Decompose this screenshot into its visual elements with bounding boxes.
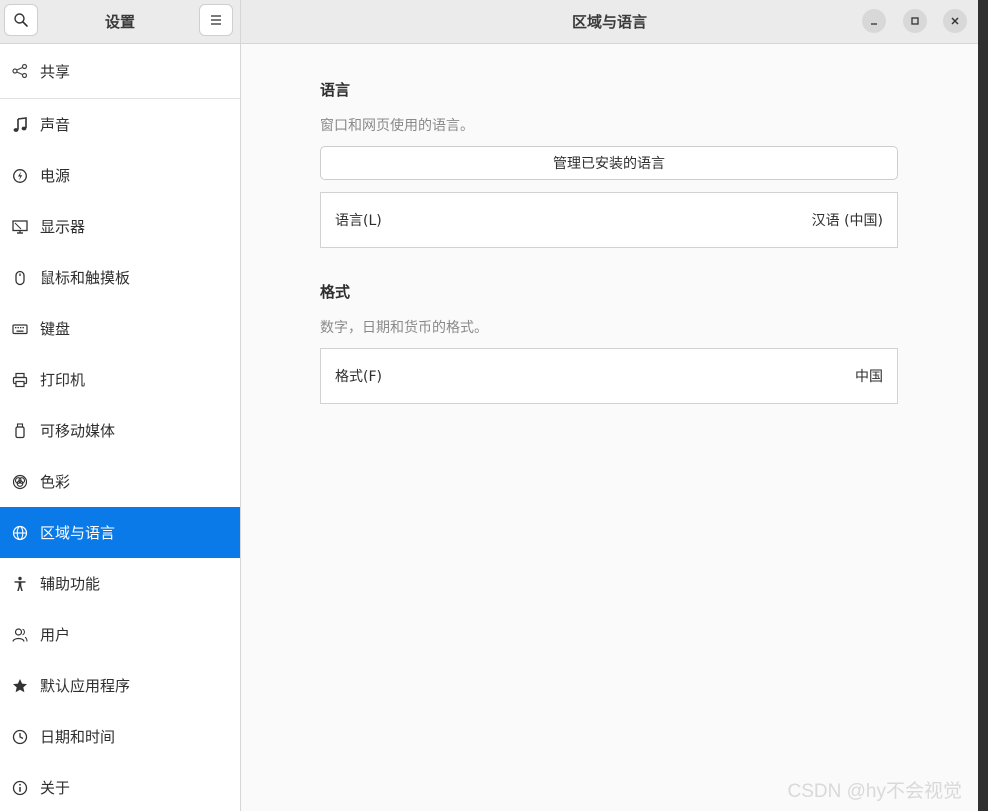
background-edge bbox=[978, 0, 988, 811]
sidebar-item-label: 用户 bbox=[40, 626, 71, 644]
language-section-description: 窗口和网页使用的语言。 bbox=[320, 118, 474, 134]
display-icon bbox=[11, 218, 29, 236]
sidebar-item-default-apps[interactable]: 默认应用程序 bbox=[0, 660, 240, 711]
sidebar-item-display[interactable]: 显示器 bbox=[0, 201, 240, 252]
sidebar-item-label: 共享 bbox=[40, 62, 71, 81]
printer-icon bbox=[11, 371, 29, 389]
sidebar-item-label: 色彩 bbox=[40, 473, 71, 491]
removable-media-icon bbox=[11, 422, 29, 440]
sidebar-item-label: 鼠标和触摸板 bbox=[40, 269, 131, 287]
sidebar-item-label: 键盘 bbox=[40, 320, 71, 338]
close-icon bbox=[951, 17, 959, 25]
music-note-icon bbox=[11, 116, 29, 134]
sidebar-item-mouse-touchpad[interactable]: 鼠标和触摸板 bbox=[0, 252, 240, 303]
sidebar-item-label: 辅助功能 bbox=[40, 575, 101, 593]
maximize-button[interactable] bbox=[903, 9, 927, 33]
sidebar-item-label: 显示器 bbox=[40, 218, 86, 236]
sidebar-item-label: 日期和时间 bbox=[40, 728, 116, 746]
share-icon bbox=[11, 62, 29, 80]
header-bar: 区域与语言 bbox=[241, 0, 978, 44]
sidebar-item-accessibility[interactable]: 辅助功能 bbox=[0, 558, 240, 609]
info-icon bbox=[11, 779, 29, 797]
keyboard-icon bbox=[11, 320, 29, 338]
sidebar-item-removable-media[interactable]: 可移动媒体 bbox=[0, 405, 240, 456]
sidebar-item-label: 打印机 bbox=[40, 371, 86, 389]
accessibility-icon bbox=[11, 575, 29, 593]
language-row[interactable]: 语言(L) 汉语 (中国) bbox=[320, 192, 898, 248]
sidebar-item-sound[interactable]: 声音 bbox=[0, 99, 240, 150]
sidebar-item-date-time[interactable]: 日期和时间 bbox=[0, 711, 240, 762]
format-row-label: 格式(F) bbox=[335, 369, 382, 385]
format-row[interactable]: 格式(F) 中国 bbox=[320, 348, 898, 404]
star-icon bbox=[11, 677, 29, 695]
sidebar-item-users[interactable]: 用户 bbox=[0, 609, 240, 660]
minimize-button[interactable] bbox=[862, 9, 886, 33]
power-icon bbox=[11, 167, 29, 185]
close-button[interactable] bbox=[943, 9, 967, 33]
sidebar-item-label: 电源 bbox=[40, 167, 71, 185]
hamburger-menu-icon bbox=[211, 15, 221, 25]
sidebar-item-label: 默认应用程序 bbox=[40, 677, 131, 695]
sidebar-item-color[interactable]: 色彩 bbox=[0, 456, 240, 507]
sidebar-header: 设置 bbox=[0, 0, 240, 44]
manage-installed-languages-button[interactable]: 管理已安装的语言 bbox=[320, 146, 898, 180]
menu-button[interactable] bbox=[199, 4, 233, 36]
minimize-icon bbox=[871, 23, 877, 25]
mouse-icon bbox=[11, 269, 29, 287]
sidebar-item-label: 区域与语言 bbox=[40, 524, 116, 542]
users-icon bbox=[11, 626, 29, 644]
format-section-description: 数字，日期和货币的格式。 bbox=[320, 320, 488, 336]
sidebar-item-keyboard[interactable]: 键盘 bbox=[0, 303, 240, 354]
sidebar-item-label: 关于 bbox=[40, 779, 71, 797]
color-icon bbox=[11, 473, 29, 491]
sidebar: 设置 共享 声音 电源 显示器 鼠标和触摸板 键盘 打印机 可移动媒体 色彩 区… bbox=[0, 0, 241, 811]
settings-window: 设置 共享 声音 电源 显示器 鼠标和触摸板 键盘 打印机 可移动媒体 色彩 区… bbox=[0, 0, 978, 811]
language-section-title: 语言 bbox=[320, 81, 351, 99]
sidebar-item-label: 声音 bbox=[40, 116, 71, 134]
globe-icon bbox=[11, 524, 29, 542]
search-button[interactable] bbox=[4, 4, 38, 36]
maximize-icon bbox=[911, 17, 919, 25]
search-icon bbox=[14, 13, 28, 27]
sidebar-item-printer[interactable]: 打印机 bbox=[0, 354, 240, 405]
sidebar-item-about[interactable]: 关于 bbox=[0, 762, 240, 811]
format-section-title: 格式 bbox=[320, 283, 351, 301]
sidebar-item-power[interactable]: 电源 bbox=[0, 150, 240, 201]
language-row-label: 语言(L) bbox=[335, 213, 382, 229]
clock-icon bbox=[11, 728, 29, 746]
language-row-value: 汉语 (中国) bbox=[811, 213, 883, 229]
format-row-value: 中国 bbox=[855, 369, 883, 385]
sidebar-item-share[interactable]: 共享 bbox=[0, 44, 240, 99]
watermark: CSDN @hy不会视觉 bbox=[787, 781, 962, 802]
sidebar-item-label: 可移动媒体 bbox=[40, 422, 116, 440]
sidebar-item-region-language[interactable]: 区域与语言 bbox=[0, 507, 240, 558]
